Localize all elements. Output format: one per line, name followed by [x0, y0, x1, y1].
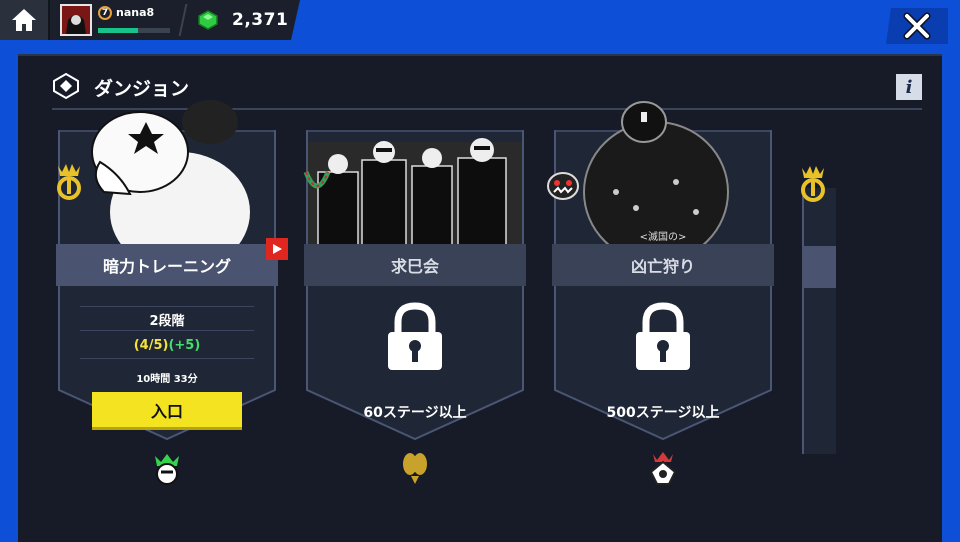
home-icon: [12, 9, 36, 31]
faction-icon: [155, 454, 179, 485]
dungeon-card-locked-1[interactable]: 求巳会 60ステージ以上: [303, 130, 526, 484]
dungeon-card-partial[interactable]: [802, 188, 836, 454]
lock-icon: [636, 302, 690, 370]
divider: [80, 306, 254, 307]
divider: [178, 4, 188, 36]
divider: [80, 330, 254, 331]
lock-icon: [388, 302, 442, 370]
monster-art: [583, 101, 729, 246]
xp-bar-fill: [98, 28, 138, 33]
enter-button[interactable]: 入口: [92, 392, 242, 430]
progress-count: (4/5): [133, 338, 169, 353]
home-button[interactable]: [0, 0, 50, 40]
status-bar: 7 nana8 2,371: [0, 0, 300, 40]
progress-label: (4/5)(+5): [58, 338, 276, 353]
info-button[interactable]: i: [896, 74, 922, 100]
faction-icon: [649, 452, 677, 485]
card-title: 求巳会: [304, 244, 526, 286]
avatar-portrait-icon: [62, 6, 90, 34]
divider: [80, 358, 254, 359]
gem-count: 2,371: [232, 10, 289, 30]
username: nana8: [116, 6, 155, 19]
gem-icon: [198, 10, 218, 30]
close-button[interactable]: [886, 8, 948, 44]
dungeon-card-training[interactable]: 暗力トレーニング 2段階 (4/5)(+5) 10時間 33分 入口: [56, 100, 288, 485]
requirement-label: 500ステージ以上: [606, 405, 720, 421]
xp-bar: [98, 28, 170, 33]
snake-emblem-icon: [303, 171, 331, 189]
gang-art: [308, 138, 522, 246]
card-title: 凶亡狩り: [552, 244, 774, 286]
progress-bonus: (+5): [168, 338, 201, 353]
level-badge: 7: [98, 6, 112, 20]
faction-icon: [403, 453, 427, 484]
crown-emblem-icon: [801, 166, 825, 202]
dungeon-card-locked-2[interactable]: <滅国の> 凶亡狩り 500ステージ以上: [547, 101, 774, 485]
card-title-bar: [802, 246, 836, 288]
stage-label: 2段階: [149, 314, 185, 329]
info-icon: i: [905, 76, 913, 98]
requirement-label: 60ステージ以上: [363, 405, 467, 421]
video-icon: [273, 244, 282, 254]
close-icon: [903, 12, 931, 40]
card-title: 暗力トレーニング: [56, 244, 278, 286]
fanged-emblem-icon: [547, 172, 579, 200]
avatar[interactable]: [60, 4, 92, 36]
timer-label: 10時間 33分: [136, 374, 198, 385]
polar-bear-art: [91, 100, 250, 246]
crown-emblem-icon: [57, 164, 81, 200]
card-body: [802, 188, 836, 454]
video-button[interactable]: [266, 238, 288, 260]
art-caption: <滅国の>: [639, 232, 687, 243]
